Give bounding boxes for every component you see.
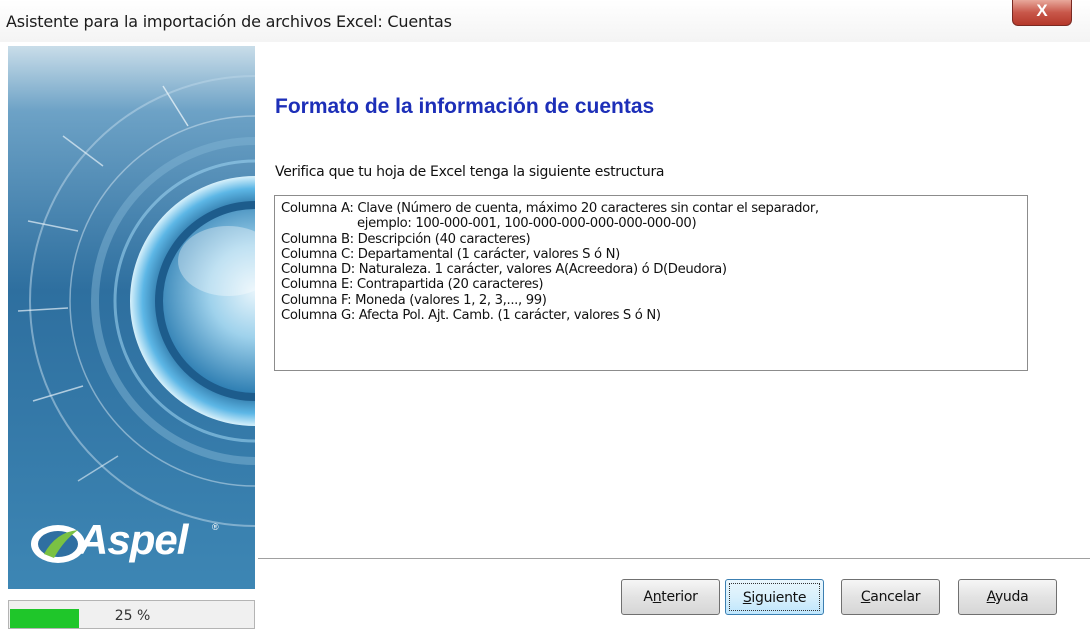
page-title: Formato de la información de cuentas bbox=[275, 95, 655, 118]
format-line: Columna A: Clave (Número de cuenta, máxi… bbox=[281, 201, 819, 216]
next-label-post: iguiente bbox=[751, 590, 807, 606]
format-line: Columna G: Afecta Pol. Ajt. Camb. (1 car… bbox=[281, 308, 661, 324]
aspel-logo-icon bbox=[31, 525, 85, 563]
wizard-side-banner: Aspel ® bbox=[8, 46, 255, 589]
button-divider bbox=[258, 558, 1090, 562]
progress-bar: 25 % bbox=[8, 600, 255, 629]
back-button[interactable]: Anterior bbox=[621, 579, 720, 615]
progress-label: 25 % bbox=[114, 608, 151, 624]
next-button[interactable]: Siguiente bbox=[725, 579, 824, 615]
format-line: Columna E: Contrapartida (20 caracteres) bbox=[281, 277, 544, 293]
back-label-pre: A bbox=[643, 589, 653, 605]
cancel-label-post: ancelar bbox=[870, 589, 921, 605]
format-line: Columna D: Naturaleza. 1 carácter, valor… bbox=[281, 262, 727, 278]
page-subtitle: Verifica que tu hoja de Excel tenga la s… bbox=[275, 164, 665, 180]
back-label-mnemonic: n bbox=[652, 589, 662, 605]
title-bar: Asistente para la importación de archivo… bbox=[0, 0, 1090, 42]
cancel-button[interactable]: Cancelar bbox=[841, 579, 940, 615]
format-line: Columna C: Departamental (1 carácter, va… bbox=[281, 246, 620, 262]
format-description-box: Columna A: Clave (Número de cuenta, máxi… bbox=[274, 195, 1028, 371]
format-line: Columna F: Moneda (valores 1, 2, 3,..., … bbox=[281, 292, 547, 308]
close-icon: X bbox=[1036, 1, 1048, 20]
registered-mark: ® bbox=[212, 522, 219, 532]
window-title: Asistente para la importación de archivo… bbox=[6, 12, 452, 31]
focus-rect: Siguiente bbox=[729, 583, 820, 611]
format-line: Columna B: Descripción (40 caracteres) bbox=[281, 231, 531, 247]
dial-graphic-icon bbox=[8, 46, 255, 589]
help-label-post: yuda bbox=[994, 589, 1029, 605]
help-button[interactable]: Ayuda bbox=[958, 579, 1057, 615]
help-label-mnemonic: A bbox=[986, 589, 996, 605]
back-label-post: terior bbox=[661, 589, 698, 605]
cancel-label-mnemonic: C bbox=[860, 589, 871, 605]
close-button[interactable]: X bbox=[1012, 0, 1072, 26]
aspel-logo-text: Aspel bbox=[78, 516, 188, 563]
format-line: ejemplo: 100-000-001, 100-000-000-000-00… bbox=[357, 216, 697, 232]
